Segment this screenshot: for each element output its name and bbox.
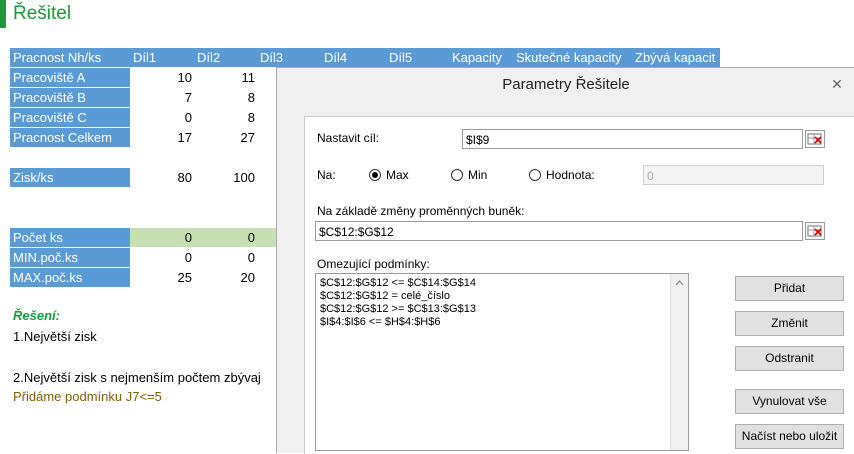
radio-min-label[interactable]: Min [468,168,487,182]
range-picker-icon[interactable] [805,130,825,148]
radio-min[interactable] [451,169,463,181]
note-item-1: 1.Největší zisk [13,329,97,344]
header-cell-dil1: Díl1 [133,50,157,65]
radio-max-label[interactable]: Max [386,168,409,182]
solution-heading: Řešení: [13,308,60,323]
cell-a-dil1[interactable]: 10 [152,68,192,87]
note-item-3: Přidáme podmínku J7<=5 [13,389,162,404]
cell-pocet-dil2[interactable]: 0 [215,228,255,247]
change-button[interactable]: Změnit [735,311,844,336]
cell-zisk-dil2[interactable]: 100 [215,168,255,187]
constraints-scrollbar[interactable] [670,274,688,450]
cell-celkem-dil2[interactable]: 27 [215,128,255,147]
row-label-pracoviste-b: Pracoviště B [10,88,130,107]
changing-cells-label: Na základě změny proměnných buněk: [317,204,525,218]
add-button[interactable]: Přidat [735,276,844,301]
header-cell-dil5: Díl5 [389,50,413,65]
header-cell-dil4: Díl4 [324,50,348,65]
note-item-2: 2.Největší zisk s nejmenším počtem zbýva… [13,370,261,385]
reset-all-button[interactable]: Vynulovat vše [735,389,844,414]
sheet-title: Řešitel [13,3,72,24]
objective-field[interactable]: $I$9 [462,129,803,149]
radio-value-label[interactable]: Hodnota: [546,168,595,182]
delete-button[interactable]: Odstranit [735,346,844,371]
dialog-title: Parametry Řešitele [502,76,630,93]
list-item[interactable]: $C$12:$G$12 = celé_číslo [320,290,684,303]
cell-zisk-dil1[interactable]: 80 [152,168,192,187]
objective-label: Nastavit cíl: [317,131,380,145]
radio-value[interactable] [529,169,541,181]
row-label-pracoviste-c: Pracoviště C [10,108,130,127]
row-label-pracnost-celkem: Pracnost Celkem [10,128,130,147]
load-save-button[interactable]: Načíst nebo uložit [735,424,844,449]
list-item[interactable]: $C$12:$G$12 >= $C$13:$G$13 [320,303,684,316]
cell-min-dil1[interactable]: 0 [152,248,192,267]
list-item[interactable]: $I$4:$I$6 <= $H$4:$H$6 [320,316,684,329]
row-label-zisk: Zisk/ks [10,168,130,187]
constraints-label: Omezující podmínky: [317,257,430,271]
cell-c-dil1[interactable]: 0 [152,108,192,127]
cell-max-dil1[interactable]: 25 [152,268,192,287]
sheet-title-accent [0,0,6,28]
range-picker-icon[interactable] [805,222,825,240]
header-cell-skutecne: Skutečné kapacity [516,50,622,65]
row-label-pracoviste-a: Pracoviště A [10,68,130,87]
row-label-pocet-ks: Počet ks [10,228,130,247]
cell-pocet-dil1[interactable]: 0 [152,228,192,247]
solver-dialog: Parametry Řešitele ✕ Nastavit cíl: $I$9 … [276,67,854,454]
close-icon[interactable]: ✕ [825,74,849,94]
header-cell-pracnost: Pracnost Nh/ks [13,50,102,65]
header-cell-kapacity: Kapacity [452,50,502,65]
cell-max-dil2[interactable]: 20 [215,268,255,287]
row-label-min: MIN.poč.ks [10,248,130,267]
dialog-panel: Nastavit cíl: $I$9 Na: Max Min Hodnota: … [304,116,854,454]
header-cell-zbyva: Zbývá kapacit [635,50,716,65]
cell-celkem-dil1[interactable]: 17 [152,128,192,147]
header-cell-dil3: Díl3 [260,50,284,65]
value-field[interactable]: 0 [643,165,824,185]
radio-max[interactable] [369,169,381,181]
constraints-list[interactable]: $C$12:$G$12 <= $C$14:$G$14 $C$12:$G$12 =… [315,273,689,451]
cell-min-dil2[interactable]: 0 [215,248,255,267]
row-label-max: MAX.poč.ks [10,268,130,287]
list-item[interactable]: $C$12:$G$12 <= $C$14:$G$14 [320,277,684,290]
table-header-row: Pracnost Nh/ks Díl1 Díl2 Díl3 Díl4 Díl5 … [10,48,720,67]
cell-c-dil2[interactable]: 8 [215,108,255,127]
cell-a-dil2[interactable]: 11 [215,68,256,87]
changing-cells-field[interactable]: $C$12:$G$12 [315,221,803,241]
cell-b-dil2[interactable]: 8 [215,88,255,107]
header-cell-dil2: Díl2 [197,50,221,65]
cell-b-dil1[interactable]: 7 [152,88,192,107]
to-label: Na: [317,168,336,182]
